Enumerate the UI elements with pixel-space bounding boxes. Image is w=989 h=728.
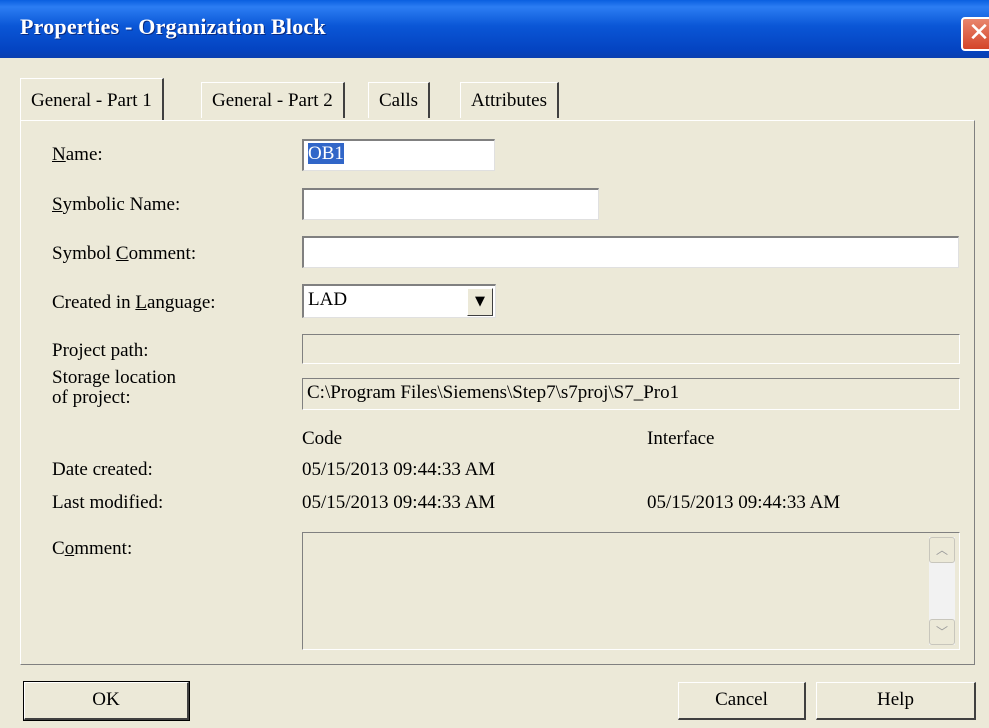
language-value: LAD xyxy=(308,289,348,310)
close-icon: ✕ xyxy=(968,18,989,48)
last-modified-code: 05/15/2013 09:44:33 AM xyxy=(302,492,496,513)
window-title: Properties - Organization Block xyxy=(20,14,326,39)
close-button[interactable]: ✕ xyxy=(961,17,989,51)
storage-location-value: C:\Program Files\Siemens\Step7\s7proj\S7… xyxy=(307,382,680,403)
comment-textarea[interactable]: ︿ ﹀ xyxy=(302,532,960,650)
language-label: Created in Language: xyxy=(52,292,216,313)
tab-label: Calls xyxy=(379,90,419,111)
scroll-down-icon[interactable]: ﹀ xyxy=(929,619,955,645)
scroll-up-icon[interactable]: ︿ xyxy=(929,537,955,563)
symbol-comment-label: Symbol Comment: xyxy=(52,243,197,264)
name-value: OB1 xyxy=(308,143,344,164)
interface-column-header: Interface xyxy=(647,428,715,449)
symbolic-name-input[interactable] xyxy=(302,188,599,220)
ok-button[interactable]: OK xyxy=(23,681,190,721)
project-path-label: Project path: xyxy=(52,340,149,361)
storage-location-field: C:\Program Files\Siemens\Step7\s7proj\S7… xyxy=(302,378,960,410)
name-label: Name: xyxy=(52,144,103,165)
date-created-code: 05/15/2013 09:44:33 AM xyxy=(302,459,496,480)
name-input[interactable]: OB1 xyxy=(302,139,495,171)
language-select[interactable]: LAD ▼ xyxy=(302,284,496,318)
symbolic-name-label: Symbolic Name: xyxy=(52,194,181,215)
tab-general-part-2[interactable]: General - Part 2 xyxy=(201,82,345,118)
comment-scrollbar[interactable]: ︿ ﹀ xyxy=(929,537,955,645)
tab-general-part-1[interactable]: General - Part 1 xyxy=(20,78,164,120)
dropdown-arrow-icon[interactable]: ▼ xyxy=(467,288,493,316)
comment-label: Comment: xyxy=(52,538,133,559)
storage-location-label: Storage location of project: xyxy=(52,367,176,408)
help-button[interactable]: Help xyxy=(816,682,976,720)
title-bar: Properties - Organization Block ✕ xyxy=(0,0,989,58)
code-column-header: Code xyxy=(302,428,343,449)
tab-attributes[interactable]: Attributes xyxy=(460,82,559,118)
tab-label: Attributes xyxy=(471,90,547,111)
date-created-label: Date created: xyxy=(52,459,153,480)
last-modified-interface: 05/15/2013 09:44:33 AM xyxy=(647,492,841,513)
tab-calls[interactable]: Calls xyxy=(368,82,431,118)
cancel-button[interactable]: Cancel xyxy=(678,682,806,720)
symbol-comment-input[interactable] xyxy=(302,236,959,268)
project-path-field xyxy=(302,334,960,364)
last-modified-label: Last modified: xyxy=(52,492,164,513)
tab-label: General - Part 2 xyxy=(212,90,333,111)
tab-label: General - Part 1 xyxy=(31,90,152,111)
